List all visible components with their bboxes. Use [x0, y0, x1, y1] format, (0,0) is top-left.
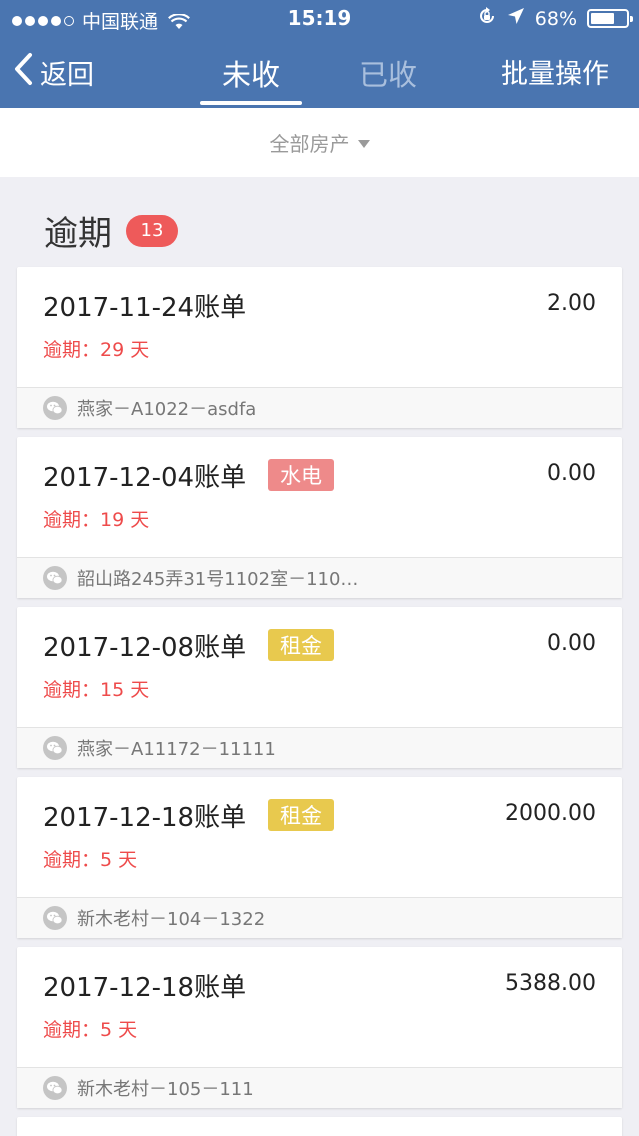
bill-card[interactable]: 2017-12-18账单 租金 2000.00 逾期：5 天 新木老村－104－… — [17, 777, 622, 938]
bill-amount: 2.00 — [547, 291, 596, 316]
bill-card[interactable]: 2017-11-24账单 2.00 逾期：29 天 燕家－A1022－asdfa — [17, 267, 622, 428]
wechat-icon — [43, 736, 67, 760]
overdue-days: 逾期：15 天 — [43, 679, 150, 701]
bill-card[interactable]: 2017-12-04账单 水电 0.00 逾期：19 天 韶山路245弄31号1… — [17, 437, 622, 598]
property-filter-dropdown[interactable]: 全部房产 — [0, 108, 639, 177]
navbar: 返回 未收 已收 批量操作 — [0, 38, 639, 108]
overdue-days: 逾期：5 天 — [43, 1019, 138, 1041]
card-footer: 韶山路245弄31号1102室－110… — [17, 557, 622, 598]
filter-label: 全部房产 — [269, 132, 350, 156]
bill-amount: 5388.00 — [505, 971, 596, 996]
back-button[interactable]: 返回 — [12, 52, 94, 92]
overdue-days: 逾期：5 天 — [43, 849, 138, 871]
overdue-days: 逾期：19 天 — [43, 509, 150, 531]
card-footer: 新木老村－105－111 — [17, 1067, 622, 1108]
battery-percent: 68% — [534, 7, 577, 30]
overdue-days: 逾期：29 天 — [43, 339, 150, 361]
header: 中国联通 15:19 68% 返回 未收 已收 批量操作 — [0, 0, 639, 108]
location-arrow-icon — [507, 7, 525, 30]
property-address: 韶山路245弄31号1102室－110… — [77, 569, 359, 590]
bill-amount: 0.00 — [547, 631, 596, 656]
bill-type-tag: 水电 — [268, 459, 334, 491]
bill-list: 2017-11-24账单 2.00 逾期：29 天 燕家－A1022－asdfa… — [17, 267, 622, 1117]
tab-paid[interactable]: 已收 — [337, 52, 439, 94]
wechat-icon — [43, 906, 67, 930]
status-bar: 中国联通 15:19 68% — [0, 0, 639, 38]
battery-icon — [587, 9, 633, 28]
bill-type-tag: 租金 — [268, 629, 334, 661]
back-label: 返回 — [40, 59, 94, 91]
card-footer: 燕家－A1022－asdfa — [17, 387, 622, 428]
card-footer: 新木老村－104－1322 — [17, 897, 622, 938]
caret-down-icon — [357, 139, 370, 148]
tab-unpaid[interactable]: 未收 — [200, 52, 302, 94]
property-address: 燕家－A1022－asdfa — [77, 399, 257, 420]
overdue-section-header: 逾期 13 — [44, 206, 178, 255]
bill-amount: 0.00 — [547, 461, 596, 486]
section-title: 逾期 — [44, 214, 112, 254]
card-footer: 燕家－A11172－11111 — [17, 727, 622, 768]
bill-title: 2017-12-04账单 — [43, 463, 247, 493]
active-tab-indicator — [200, 101, 302, 105]
bill-card[interactable]: 2017-12-18账单 5388.00 逾期：5 天 新木老村－105－111 — [17, 947, 622, 1108]
chevron-left-icon — [12, 52, 34, 93]
orientation-lock-icon — [477, 6, 497, 31]
batch-operation-button[interactable]: 批量操作 — [501, 52, 609, 91]
bill-amount: 2000.00 — [505, 801, 596, 826]
battery-level — [591, 13, 615, 24]
wechat-icon — [43, 566, 67, 590]
bill-type-tag: 租金 — [268, 799, 334, 831]
bill-card[interactable]: 2017-12-08账单 租金 0.00 逾期：15 天 燕家－A11172－1… — [17, 607, 622, 768]
property-address: 新木老村－105－111 — [77, 1079, 254, 1100]
bill-title: 2017-11-24账单 — [43, 293, 247, 323]
wechat-icon — [43, 1076, 67, 1100]
property-address: 燕家－A11172－11111 — [77, 739, 276, 760]
list-item[interactable] — [17, 1117, 622, 1136]
bill-title: 2017-12-18账单 — [43, 973, 247, 1003]
status-right: 68% — [477, 6, 633, 31]
wechat-icon — [43, 396, 67, 420]
bill-title: 2017-12-08账单 — [43, 633, 247, 663]
overdue-count-badge: 13 — [126, 214, 178, 247]
property-address: 新木老村－104－1322 — [77, 909, 266, 930]
bill-title: 2017-12-18账单 — [43, 803, 247, 833]
